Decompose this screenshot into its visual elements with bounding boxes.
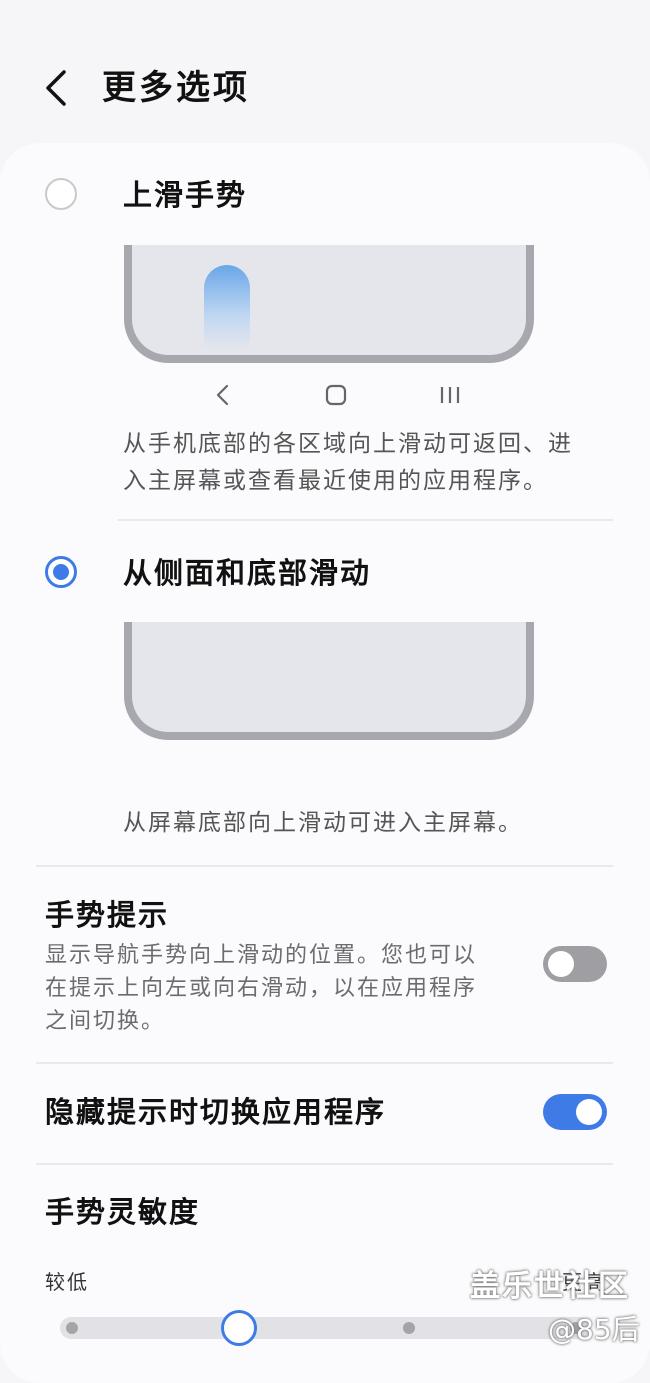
divider (118, 519, 613, 521)
hide-hint-switch-title: 隐藏提示时切换应用程序 (45, 1095, 387, 1129)
divider (36, 1163, 613, 1165)
gesture-hint-toggle[interactable] (543, 946, 607, 982)
watermark-community: 盖乐世社区 (470, 1269, 630, 1304)
radio-swipe-side-bottom[interactable] (45, 556, 77, 588)
sensitivity-slider-thumb[interactable] (221, 1310, 257, 1346)
option-swipe-side-bottom-description: 从屏幕底部向上滑动可进入主屏幕。 (123, 810, 523, 836)
recents-key-icon (440, 387, 460, 403)
divider (36, 1062, 613, 1064)
app-header: 更多选项 (0, 0, 650, 150)
option-swipe-side-bottom-label[interactable]: 从侧面和底部滑动 (123, 553, 371, 593)
gesture-hint-title: 手势提示 (45, 898, 170, 932)
hide-hint-switch-toggle[interactable] (543, 1094, 607, 1130)
slider-tick (66, 1322, 78, 1334)
gesture-hint-description: 显示导航手势向上滑动的位置。您也可以 在提示上向左或向右滑动，以在应用程序 之间… (45, 943, 478, 1034)
divider (36, 865, 613, 867)
slider-tick (403, 1322, 415, 1334)
radio-swipe-up-gestures[interactable] (45, 178, 77, 210)
gesture-pill-hint (204, 265, 250, 349)
swipe-up-illustration (124, 245, 534, 363)
swipe-side-bottom-illustration (124, 622, 534, 740)
watermark-handle: @85后 (548, 1313, 640, 1346)
toggle-knob (576, 1099, 602, 1125)
back-key-icon (216, 384, 229, 406)
sensitivity-slider-track[interactable] (60, 1317, 590, 1339)
page-title: 更多选项 (102, 68, 250, 108)
home-key-icon (325, 384, 347, 406)
sensitivity-low-label: 较低 (45, 1270, 89, 1294)
chevron-left-icon[interactable] (40, 64, 76, 112)
option-swipe-up-label[interactable]: 上滑手势 (123, 175, 247, 215)
gesture-sensitivity-title: 手势灵敏度 (45, 1195, 201, 1229)
toggle-knob (548, 951, 574, 977)
option-swipe-up-description: 从手机底部的各区域向上滑动可返回、进 入主屏幕或查看最近使用的应用程序。 (123, 431, 573, 494)
